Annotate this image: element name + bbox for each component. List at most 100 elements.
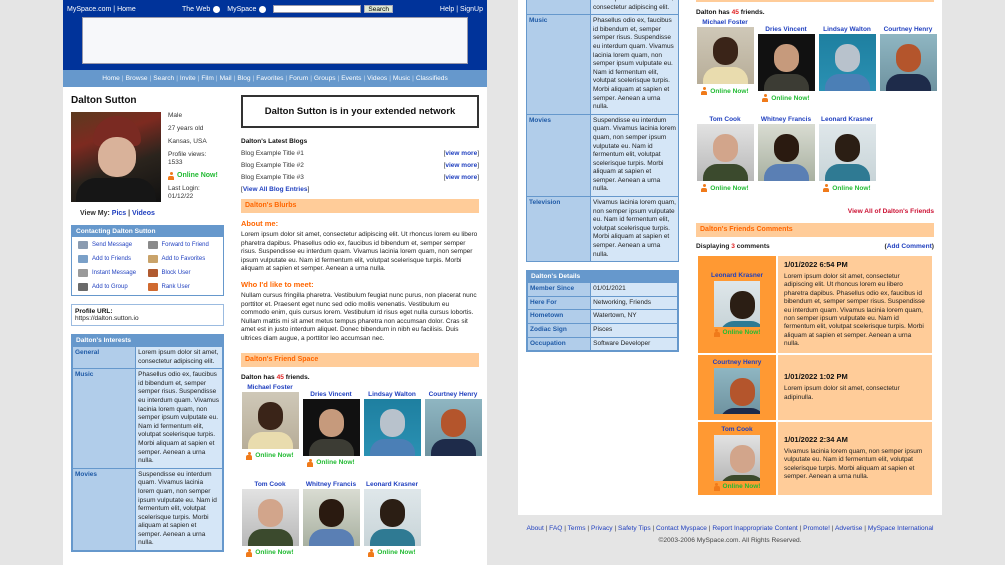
footer-link-advertise[interactable]: Advertise — [835, 525, 863, 532]
help-link[interactable]: Help — [440, 6, 454, 13]
footer-link-about[interactable]: About — [527, 525, 544, 532]
person-icon — [713, 482, 720, 491]
friend-courtney-henry: Courtney Henry — [879, 26, 937, 102]
view-all-friends-link[interactable]: View All of Dalton's Friends — [848, 208, 934, 215]
friend-name-link[interactable]: Leonard Krasner — [366, 481, 418, 488]
favorites-icon — [147, 255, 158, 263]
nav-forum[interactable]: Forum — [289, 75, 308, 82]
friend-name-link[interactable]: Lindsay Walton — [368, 391, 416, 398]
nav-events[interactable]: Events — [341, 75, 361, 82]
friend-michael-foster: Michael Foster Online Now! — [696, 19, 754, 102]
friend-name-link[interactable]: Tom Cook — [709, 116, 740, 123]
contact-add-to-friends[interactable]: Add to Friends — [78, 255, 148, 263]
search-button[interactable]: Search — [364, 5, 394, 13]
footer-link-promote[interactable]: Promote! — [803, 525, 830, 532]
footer-link-safety-tips[interactable]: Safety Tips — [618, 525, 651, 532]
friend-photo[interactable] — [818, 124, 876, 181]
interest-key: Music — [73, 369, 136, 468]
signup-link[interactable]: SignUp — [460, 6, 483, 13]
search-option-web-radio[interactable] — [213, 5, 221, 13]
blog-title[interactable]: Blog Example Title #2 — [241, 162, 304, 169]
friend-photo[interactable] — [757, 124, 815, 181]
contact-instant-message[interactable]: Instant Message — [78, 269, 148, 277]
friend-photo[interactable] — [302, 488, 360, 546]
friend-photo[interactable] — [363, 398, 421, 456]
friend-name-link[interactable]: Courtney Henry — [884, 26, 933, 33]
view-more-link[interactable]: view more — [445, 162, 477, 169]
nav-videos[interactable]: Videos — [367, 75, 387, 82]
interest-key: Music — [527, 15, 590, 114]
friend-name-link[interactable]: Michael Foster — [702, 19, 748, 26]
footer-link-report-inappropriate-content[interactable]: Report Inappropriate Content — [712, 525, 797, 532]
nav-mail[interactable]: Mail — [220, 75, 232, 82]
commenter-name-link[interactable]: Courtney Henry — [713, 359, 762, 366]
friend-lindsay-walton: Lindsay Walton — [363, 391, 421, 467]
pics-link[interactable]: Pics — [112, 210, 126, 217]
friend-name-link[interactable]: Leonard Krasner — [821, 116, 873, 123]
home-link[interactable]: Home — [117, 6, 136, 13]
friend-name-link[interactable]: Michael Foster — [247, 384, 293, 391]
videos-link[interactable]: Videos — [132, 210, 155, 217]
friend-photo[interactable] — [714, 367, 760, 414]
contact-add-to-group[interactable]: Add to Group — [78, 283, 148, 291]
nav-classifieds[interactable]: Classifieds — [416, 75, 448, 82]
search-option-myspace-radio[interactable] — [259, 5, 267, 13]
contact-block-user[interactable]: Block User — [147, 269, 218, 277]
friend-photo[interactable] — [241, 391, 299, 449]
contact-send-message[interactable]: Send Message — [78, 241, 148, 249]
view-more-link[interactable]: view more — [445, 174, 477, 181]
friend-name-link[interactable]: Whitney Francis — [306, 481, 356, 488]
commenter-name-link[interactable]: Tom Cook — [721, 426, 752, 433]
footer-link-myspace-international[interactable]: MySpace International — [868, 525, 934, 532]
view-more-link[interactable]: view more — [445, 150, 477, 157]
blog-title[interactable]: Blog Example Title #1 — [241, 150, 304, 157]
view-all-blogs-link[interactable]: View All Blog Entries — [243, 186, 308, 193]
nav-groups[interactable]: Groups — [314, 75, 336, 82]
friend-photo[interactable] — [714, 434, 760, 481]
nav-invite[interactable]: Invite — [180, 75, 196, 82]
friend-name-link[interactable]: Dries Vincent — [765, 26, 806, 33]
friend-photo[interactable] — [879, 34, 937, 91]
footer-link-privacy[interactable]: Privacy — [591, 525, 613, 532]
nav-favorites[interactable]: Favorites — [256, 75, 283, 82]
friend-name-link[interactable]: Courtney Henry — [429, 391, 478, 398]
nav-search[interactable]: Search — [153, 75, 174, 82]
footer-link-terms[interactable]: Terms — [568, 525, 586, 532]
commenter-name-link[interactable]: Leonard Krasner — [711, 272, 763, 279]
nav-film[interactable]: Film — [201, 75, 213, 82]
friend-photo[interactable] — [696, 124, 754, 181]
friend-photo[interactable] — [302, 398, 360, 456]
blogs-title: Dalton's Latest Blogs — [241, 138, 308, 145]
friend-photo[interactable] — [241, 488, 299, 546]
friend-photo[interactable] — [714, 280, 760, 327]
nav-home[interactable]: Home — [102, 75, 120, 82]
contact-rank-user[interactable]: Rank User — [147, 283, 218, 291]
page-view-top: MySpace.com | Home The Web MySpace Searc… — [63, 0, 487, 565]
friend-count: 45 — [276, 373, 284, 381]
friend-photo[interactable] — [696, 27, 754, 84]
friend-photo[interactable] — [757, 34, 815, 91]
nav-music[interactable]: Music — [393, 75, 410, 82]
friend-photo[interactable] — [818, 34, 876, 91]
profile-photo[interactable] — [71, 112, 161, 202]
footer-link-faq[interactable]: FAQ — [549, 525, 562, 532]
brand-link[interactable]: MySpace.com — [67, 6, 111, 13]
friend-name-link[interactable]: Whitney Francis — [761, 116, 811, 123]
interest-row-television: Television Vivamus lacinia lorem quam, no… — [527, 197, 678, 262]
profile-views: 1533 — [168, 159, 183, 166]
contact-forward-to-friend[interactable]: Forward to Friend — [147, 241, 218, 249]
profile-url[interactable]: https://dalton.sutton.io — [75, 315, 139, 322]
ad-banner — [82, 17, 468, 64]
nav-browse[interactable]: Browse — [126, 75, 148, 82]
friend-photo[interactable] — [424, 398, 482, 456]
contact-add-to-favorites[interactable]: Add to Favorites — [147, 255, 218, 263]
search-input[interactable] — [273, 5, 362, 13]
friend-name-link[interactable]: Dries Vincent — [310, 391, 351, 398]
add-comment-link[interactable]: Add Comment — [887, 243, 932, 250]
friend-photo[interactable] — [363, 488, 421, 546]
footer-link-contact-myspace[interactable]: Contact Myspace — [656, 525, 707, 532]
friend-name-link[interactable]: Lindsay Walton — [823, 26, 871, 33]
friend-name-link[interactable]: Tom Cook — [254, 481, 285, 488]
nav-blog[interactable]: Blog — [237, 75, 250, 82]
blog-title[interactable]: Blog Example Title #3 — [241, 174, 304, 181]
